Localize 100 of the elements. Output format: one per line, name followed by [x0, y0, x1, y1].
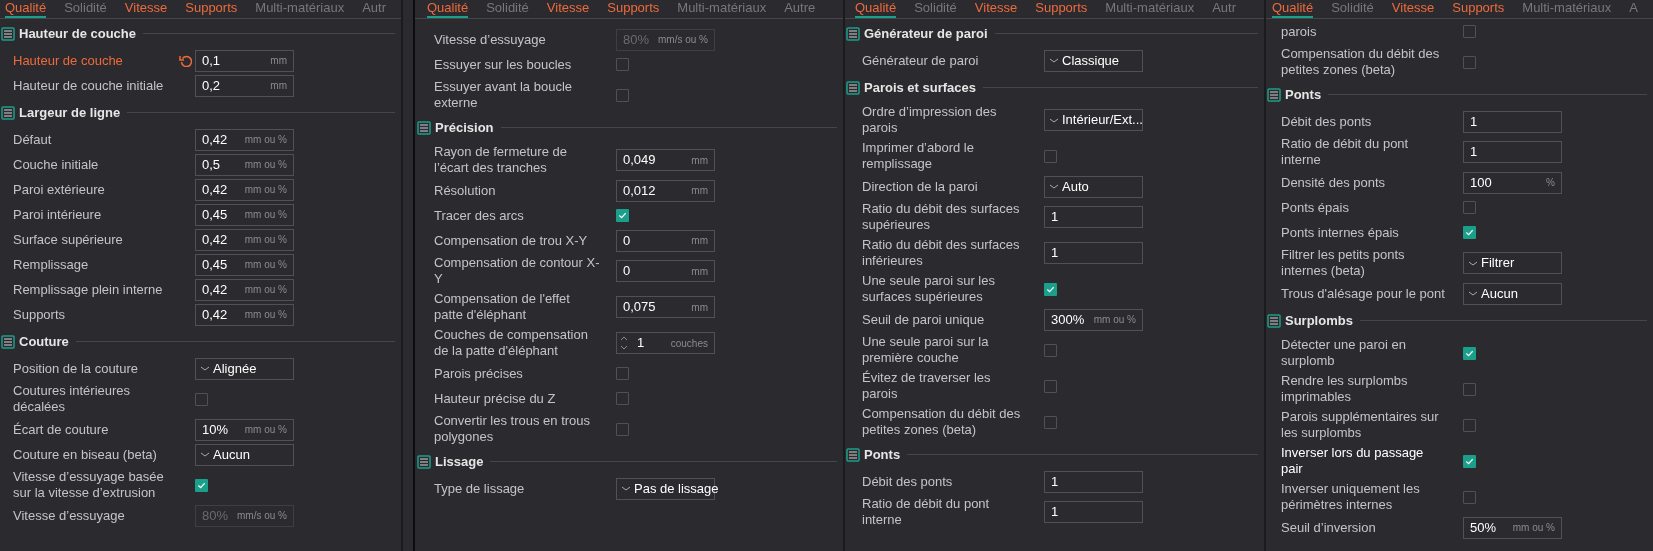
setting-label: Débit des ponts	[1281, 112, 1373, 131]
dropdown[interactable]: Aucun	[1463, 282, 1562, 305]
setting-label: Ponts épais	[1281, 198, 1350, 217]
stripes-icon	[846, 80, 860, 95]
setting-label: Hauteur de couche initiale	[13, 76, 165, 95]
input-field[interactable]: 0,42 mm ou %	[195, 128, 294, 151]
settings-tab[interactable]: Qualité	[427, 0, 469, 18]
section-title: Couture	[19, 332, 69, 351]
chevron-down-icon	[1049, 116, 1059, 124]
checkbox[interactable]	[616, 422, 629, 436]
input-field[interactable]: 1	[1044, 206, 1143, 228]
checkbox[interactable]	[616, 367, 629, 380]
setting-label: Parois précises	[434, 364, 524, 383]
settings-tab[interactable]: Supports	[1452, 0, 1505, 18]
setting-label: Convertir les trous en trous polygones	[434, 412, 592, 446]
input-field[interactable]: 0,1 mm	[195, 49, 294, 72]
settings-tab[interactable]: Vitesse	[974, 0, 1018, 18]
input-field[interactable]: 0 mm	[616, 260, 715, 282]
section-title: Ponts	[864, 445, 901, 464]
checkbox[interactable]	[1044, 415, 1057, 429]
section-title: Parois et surfaces	[864, 78, 976, 97]
setting-label: Vitesse d’essuyage	[434, 30, 547, 49]
input-field[interactable]: 0,5 mm ou %	[195, 153, 294, 176]
input-field[interactable]: 0,42 mm ou %	[195, 278, 294, 301]
input-field[interactable]: 0,45 mm ou %	[195, 203, 294, 226]
dropdown[interactable]: Intérieur/Ext...	[1044, 109, 1143, 131]
settings-tab[interactable]: Vitesse	[1391, 0, 1435, 18]
setting-label: Remplissage	[13, 255, 90, 274]
setting-label: Résolution	[434, 181, 497, 200]
input-field[interactable]: 0,42 mm ou %	[195, 178, 294, 201]
checkbox[interactable]	[195, 392, 208, 406]
spin-field[interactable]: 1 couches	[616, 332, 715, 354]
settings-tab[interactable]: Qualité	[5, 0, 47, 18]
setting-label: Ponts internes épais	[1281, 223, 1400, 242]
checkbox[interactable]	[616, 392, 629, 405]
checkbox[interactable]	[1463, 226, 1476, 239]
checkbox[interactable]	[1463, 25, 1476, 38]
dropdown[interactable]: Aucun	[195, 443, 294, 466]
setting-label: Ratio de débit du pont interne	[1281, 135, 1410, 169]
settings-tab[interactable]: Qualité	[855, 0, 897, 18]
setting-label: Inverser lors du passage pair	[1281, 444, 1425, 478]
checkbox[interactable]	[1463, 418, 1476, 432]
setting-label: Écart de couture	[13, 420, 110, 439]
checkbox[interactable]	[1044, 379, 1057, 393]
checkbox[interactable]	[1463, 55, 1476, 69]
settings-tab[interactable]: Qualité	[1272, 0, 1314, 18]
checkbox[interactable]	[1463, 201, 1476, 214]
section-title: Lissage	[435, 452, 484, 471]
checkbox[interactable]	[616, 88, 629, 102]
setting-label: Compensation du débit des petites zones (beta)	[862, 405, 1022, 439]
settings-tab[interactable]: Vitesse	[546, 0, 590, 18]
settings-tab[interactable]: Supports	[1035, 0, 1088, 18]
reset-icon	[179, 54, 192, 67]
input-field[interactable]: 0 mm	[616, 229, 715, 252]
input-field[interactable]: 0,049 mm	[616, 149, 715, 171]
input-field[interactable]: 1	[1044, 242, 1143, 264]
stripes-icon	[417, 454, 431, 469]
input-field[interactable]: 0,42 mm ou %	[195, 303, 294, 326]
input-field[interactable]: 10% mm ou %	[195, 418, 294, 441]
checkbox[interactable]	[616, 58, 629, 71]
checkbox[interactable]	[1044, 149, 1057, 163]
setting-label: Générateur de paroi	[862, 51, 980, 70]
setting-label: Compensation de contour X-Y	[434, 254, 600, 288]
setting-label: Vitesse d’essuyage	[13, 506, 126, 525]
checkbox[interactable]	[1463, 490, 1476, 504]
checkbox[interactable]	[1044, 343, 1057, 357]
setting-label: Essuyer avant la boucle externe	[434, 78, 574, 112]
setting-label: Compensation de l'effet patte d'éléphant	[434, 290, 571, 324]
input-field[interactable]: 300% mm ou %	[1044, 308, 1143, 331]
input-field[interactable]: 0,45 mm ou %	[195, 253, 294, 276]
input-field[interactable]: 50% mm ou %	[1463, 516, 1562, 539]
checkbox[interactable]	[195, 478, 208, 492]
checkbox[interactable]	[616, 209, 629, 222]
input-field[interactable]: 1	[1044, 501, 1143, 523]
section-title: Générateur de paroi	[864, 24, 988, 43]
checkbox[interactable]	[1463, 346, 1476, 360]
dropdown[interactable]: Auto	[1044, 175, 1143, 198]
settings-tab[interactable]: Supports	[185, 0, 238, 18]
check-icon	[1465, 456, 1474, 466]
settings-tab[interactable]: Supports	[607, 0, 660, 18]
input-field[interactable]: 0,2 mm	[195, 74, 294, 97]
setting-label: parois	[1281, 22, 1318, 41]
dropdown[interactable]: Filtrer	[1463, 252, 1562, 274]
setting-label: Compensation du débit des petites zones (beta)	[1281, 45, 1441, 79]
input-field[interactable]: 1	[1463, 110, 1562, 133]
checkbox[interactable]	[1463, 454, 1476, 468]
dropdown[interactable]: Classique	[1044, 49, 1143, 72]
input-field[interactable]: 1	[1044, 470, 1143, 493]
input-field[interactable]: 0,42 mm ou %	[195, 228, 294, 251]
input-field[interactable]: 0,075 mm	[616, 296, 715, 318]
checkbox[interactable]	[1463, 382, 1476, 396]
input-field[interactable]: 1	[1463, 141, 1562, 163]
dropdown[interactable]: Alignée	[195, 357, 294, 380]
input-field[interactable]: 0,012 mm	[616, 179, 715, 202]
setting-label: Filtrer les petits ponts internes (beta)	[1281, 246, 1406, 280]
settings-tab[interactable]: Vitesse	[124, 0, 168, 18]
setting-label: Ratio du débit des surfaces inférieures	[862, 236, 1021, 270]
check-icon	[1465, 348, 1474, 358]
checkbox[interactable]	[1044, 282, 1057, 296]
input-field[interactable]: 100 %	[1463, 171, 1562, 194]
